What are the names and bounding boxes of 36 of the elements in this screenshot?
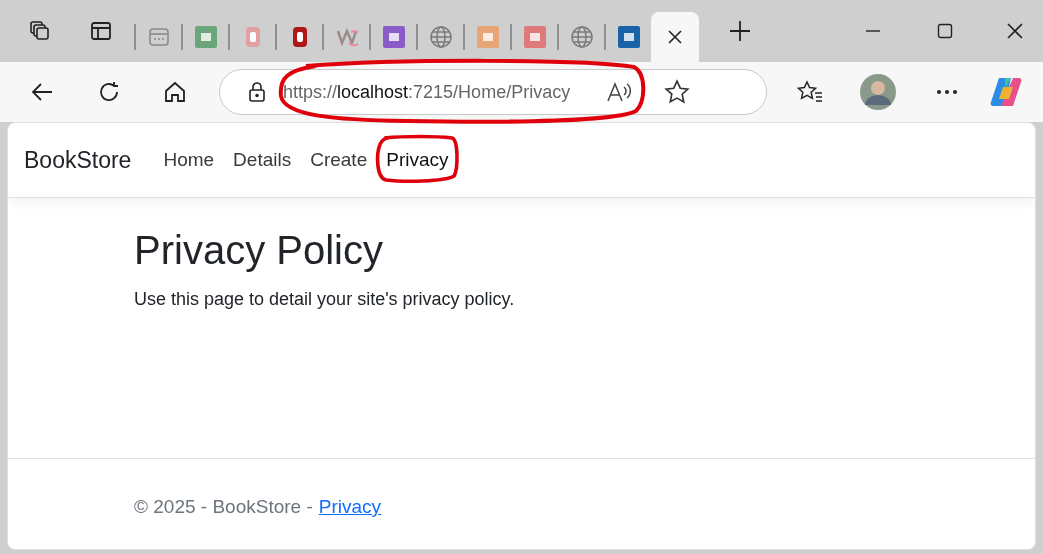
favorite-star-icon[interactable] xyxy=(664,79,691,105)
brand-link[interactable]: BookStore xyxy=(24,142,132,178)
tab-actions-icon[interactable] xyxy=(90,20,112,42)
browser-tab[interactable] xyxy=(651,12,699,62)
read-aloud-icon[interactable] xyxy=(606,81,633,103)
close-icon[interactable] xyxy=(1007,23,1023,39)
workspaces-icon[interactable] xyxy=(28,19,52,43)
url-text: https://localhost:7215/Home/Privacy xyxy=(283,80,571,104)
globe-icon xyxy=(570,26,593,48)
maximize-icon[interactable] xyxy=(937,23,953,39)
address-bar[interactable]: https://localhost:7215/Home/Privacy xyxy=(219,69,767,115)
refresh-icon[interactable] xyxy=(97,80,121,104)
new-tab-icon[interactable] xyxy=(729,20,751,42)
close-tab-icon[interactable] xyxy=(668,30,682,44)
tile-icon xyxy=(523,26,546,48)
home-icon[interactable] xyxy=(163,80,187,104)
nav-link[interactable]: Details xyxy=(225,142,300,176)
globe-icon xyxy=(429,26,452,48)
nav-link[interactable]: Home xyxy=(155,142,223,176)
grid-icon xyxy=(147,26,170,48)
lock-icon xyxy=(248,82,266,102)
tile-icon xyxy=(617,26,640,48)
tile-icon xyxy=(476,26,499,48)
nav-link[interactable]: Create xyxy=(302,142,376,176)
more-icon[interactable] xyxy=(936,89,958,95)
favorites-icon[interactable] xyxy=(797,80,823,104)
footer-link[interactable]: Privacy xyxy=(318,493,382,522)
footer-text: © 2025 - BookStore - xyxy=(134,495,313,519)
copilot-icon[interactable] xyxy=(989,75,1023,109)
swirl-icon xyxy=(335,26,358,48)
nav-link[interactable]: Privacy xyxy=(378,142,457,176)
page-heading: Privacy Policy xyxy=(134,227,384,274)
tile-icon xyxy=(194,26,217,48)
avatar[interactable] xyxy=(860,74,896,110)
tile-icon xyxy=(382,26,405,48)
body-text: Use this page to detail your site's privacy policy. xyxy=(134,288,516,311)
